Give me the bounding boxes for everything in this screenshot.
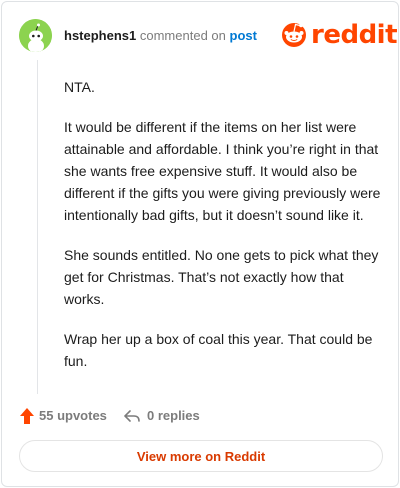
thread-line <box>37 60 38 394</box>
comment-paragraph: She sounds entitled. No one gets to pick… <box>64 247 379 307</box>
replies-button[interactable]: 0 replies <box>123 407 200 425</box>
upvote-arrow-icon <box>20 408 34 424</box>
author-line: hstephens1 commented on post <box>64 28 257 44</box>
reddit-wordmark: reddit <box>311 20 398 50</box>
upvote-button[interactable]: 55 upvotes <box>19 407 107 425</box>
view-more-on-reddit-button[interactable]: View more on Reddit <box>19 440 383 472</box>
reddit-logo[interactable]: reddit <box>280 19 398 51</box>
comment-header: hstephens1 commented on post reddit <box>19 19 398 52</box>
author-name[interactable]: hstephens1 <box>64 28 136 43</box>
reddit-snoo-icon <box>282 23 306 47</box>
commented-on-text: commented on <box>139 28 226 43</box>
comment-body: NTA. It would be different if the items … <box>64 76 382 390</box>
comment-paragraph: Wrap her up a box of coal this year. Tha… <box>64 331 373 369</box>
comment-embed-card: hstephens1 commented on post reddit NTA.… <box>1 1 399 487</box>
comment-paragraph: It would be different if the items on he… <box>64 119 381 223</box>
post-link[interactable]: post <box>230 28 257 43</box>
reply-arrow-icon <box>124 410 140 422</box>
replies-count: 0 replies <box>147 408 200 423</box>
snoo-avatar-icon <box>19 19 52 52</box>
avatar[interactable] <box>19 19 52 52</box>
comment-paragraph: NTA. <box>64 79 95 95</box>
upvote-count: 55 upvotes <box>39 408 107 423</box>
comment-actions: 55 upvotes 0 replies <box>19 406 379 426</box>
